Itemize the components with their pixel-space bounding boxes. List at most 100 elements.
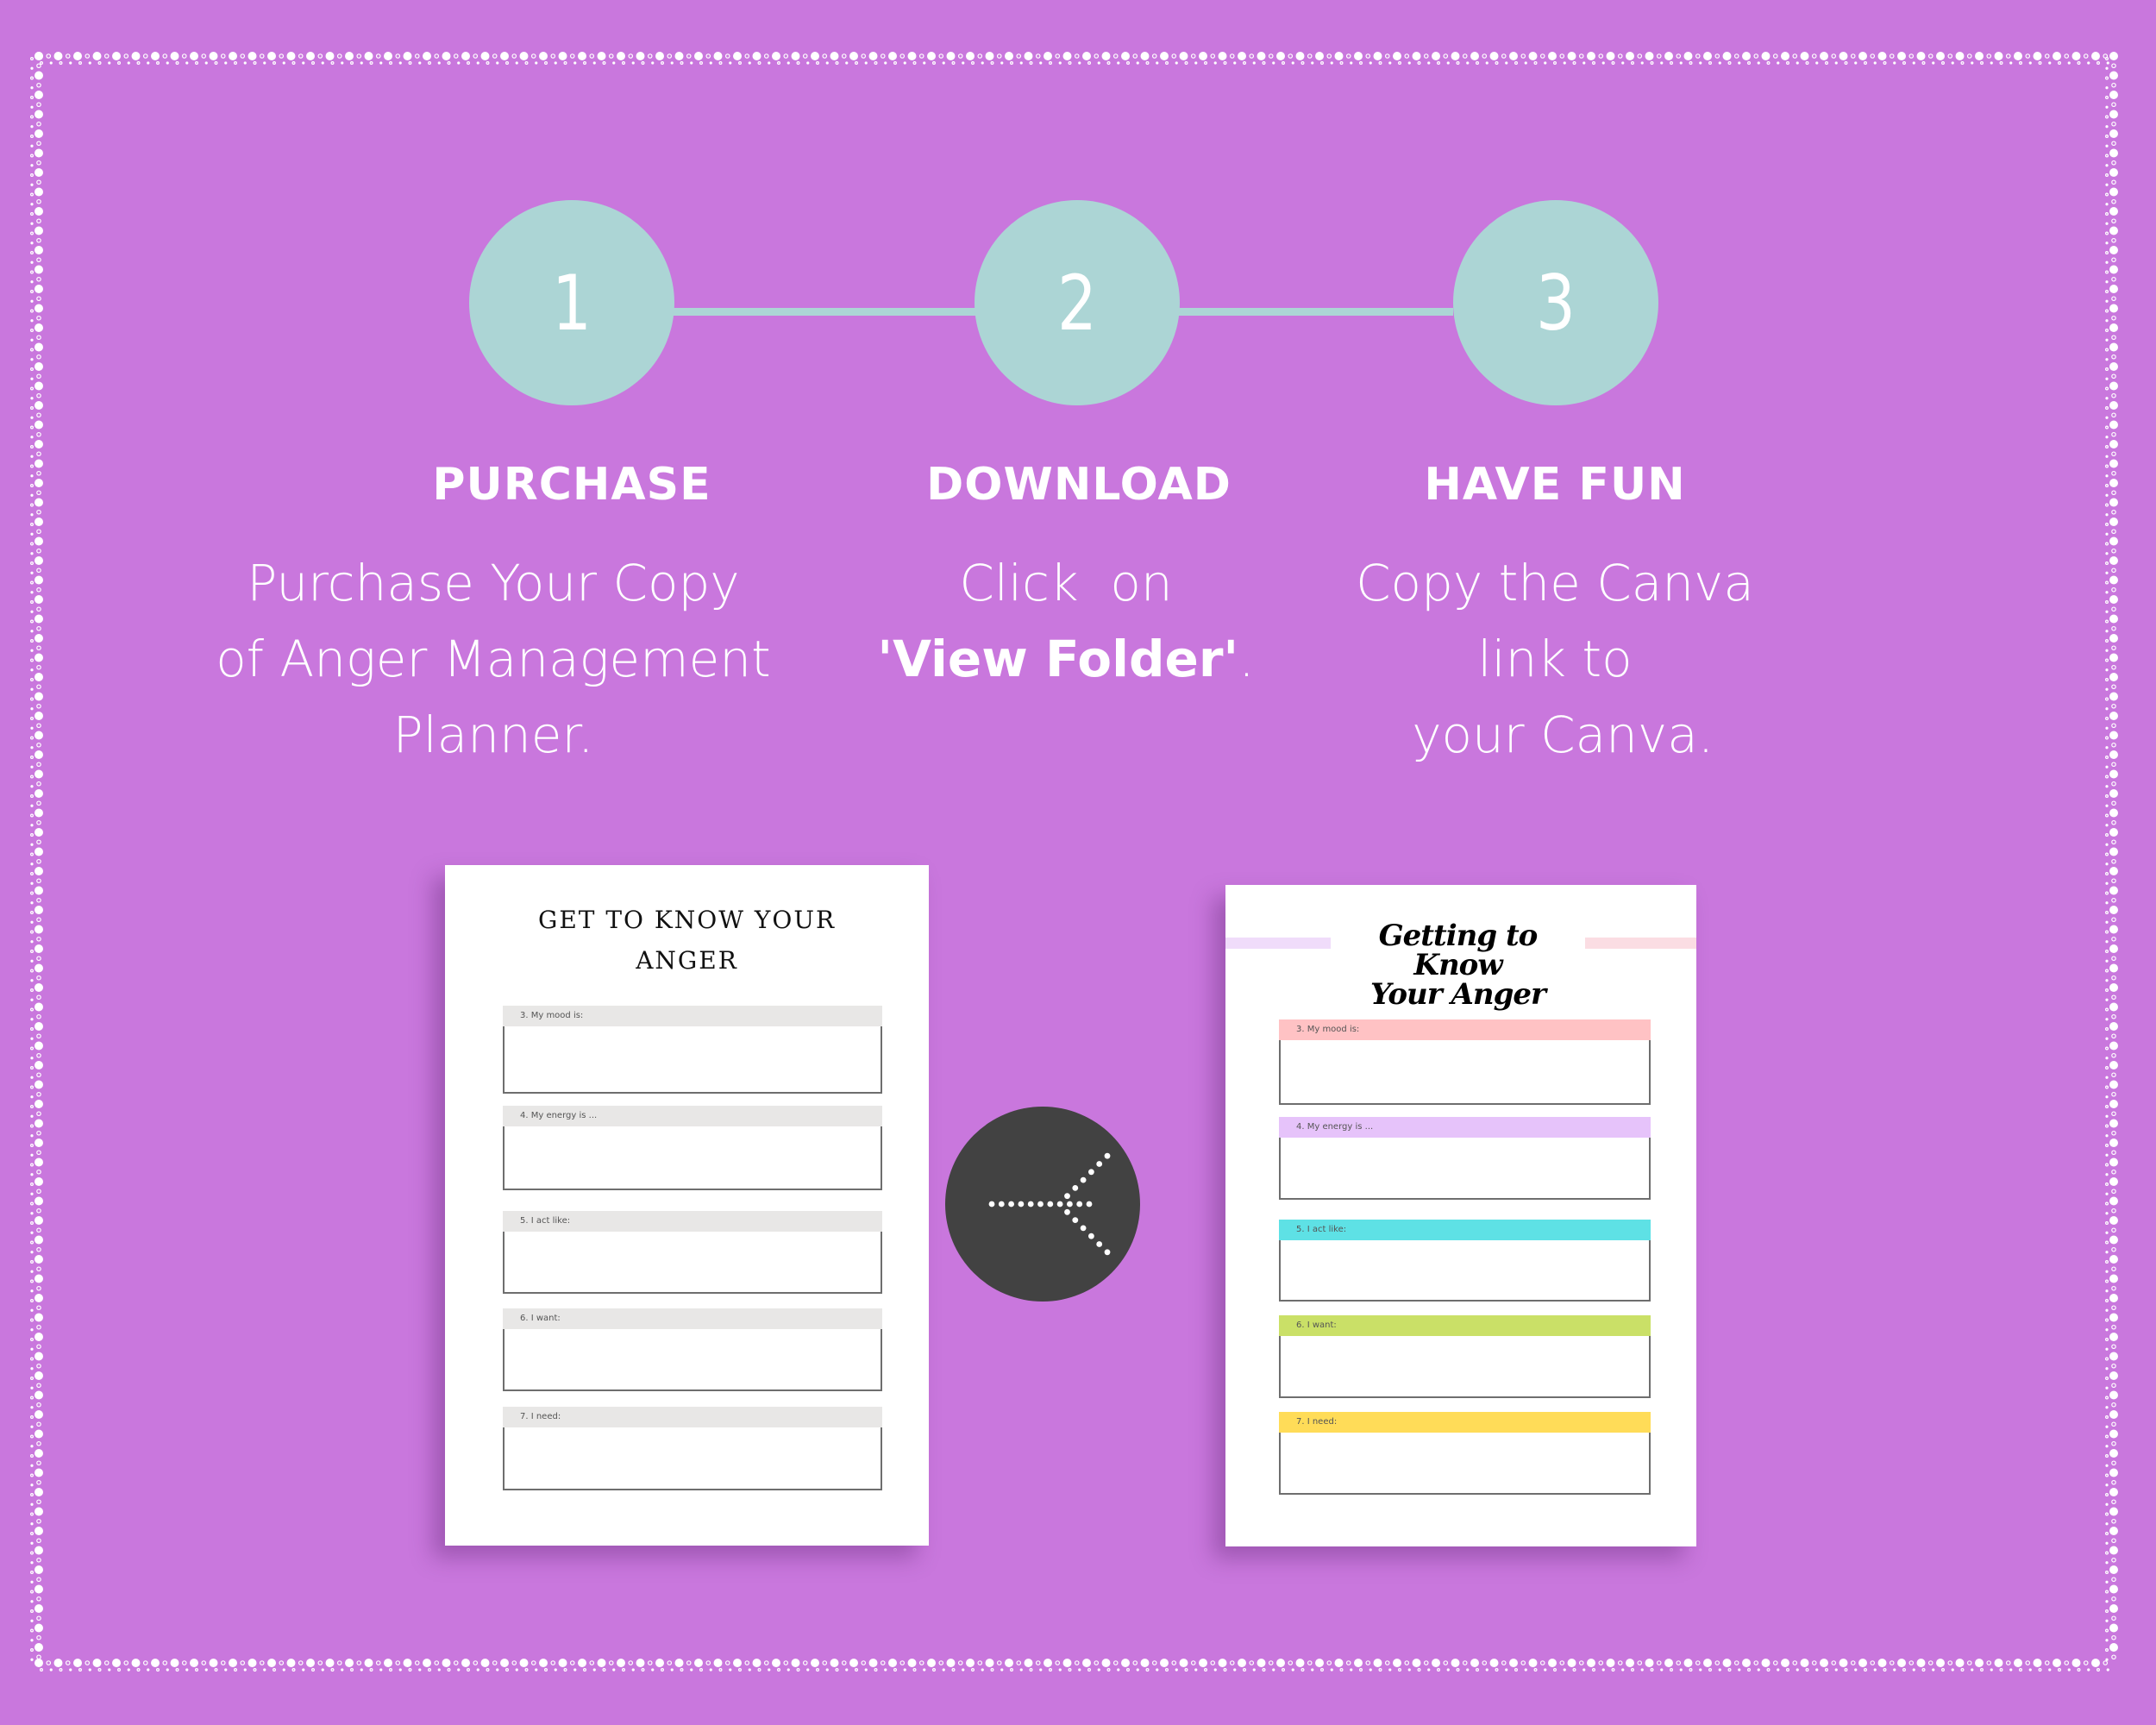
frame-dot — [2109, 381, 2118, 391]
frame-dot — [395, 1660, 401, 1665]
frame-dot — [1164, 1667, 1169, 1672]
frame-dot — [1257, 1659, 1266, 1667]
frame-dot — [1844, 1667, 1848, 1672]
frame-dot — [30, 416, 34, 419]
frame-dot — [772, 52, 780, 60]
frame-dot — [1815, 1668, 1819, 1672]
frame-dot — [2111, 800, 2116, 806]
frame-dot — [181, 1660, 187, 1665]
frame-dot — [1005, 52, 1013, 60]
frame-dot — [822, 53, 828, 59]
frame-dot — [34, 925, 43, 934]
frame-dot — [2105, 1376, 2109, 1380]
frame-dot — [2109, 323, 2118, 332]
frame-dot — [1112, 53, 1119, 59]
frame-dot — [1514, 1667, 1518, 1672]
frame-dot — [1777, 1668, 1780, 1672]
frame-dot — [2105, 1270, 2109, 1273]
frame-dot — [729, 1668, 732, 1672]
frame-dot — [398, 1668, 402, 1672]
frame-dot — [364, 1659, 373, 1667]
frame-dot — [2105, 716, 2109, 720]
frame-dot — [2111, 451, 2116, 457]
frame-dot — [1276, 52, 1285, 60]
frame-dot — [1805, 60, 1809, 65]
frame-dot — [2109, 110, 2118, 119]
frame-dot — [893, 60, 897, 65]
frame-dot — [1781, 1659, 1789, 1667]
frame-dot — [1024, 52, 1033, 60]
frame-dot — [1268, 1660, 1274, 1665]
frame-dot — [341, 61, 344, 65]
frame-dot — [1796, 1668, 1799, 1672]
frame-dot — [2105, 386, 2109, 391]
frame-dot — [1733, 53, 1739, 59]
step-3-description-line: link to — [1477, 630, 1633, 688]
frame-dot — [34, 1080, 43, 1089]
frame-dot — [34, 1119, 43, 1128]
colorful-field-act: 5. I act like: — [1279, 1220, 1651, 1302]
frame-dot — [1029, 1667, 1033, 1672]
frame-dot — [29, 386, 34, 391]
frame-dot — [1249, 1660, 1255, 1665]
frame-dot — [30, 203, 34, 206]
frame-dot — [822, 1660, 828, 1665]
frame-dot — [2105, 56, 2109, 60]
frame-dot — [36, 781, 41, 787]
frame-dot — [29, 736, 34, 740]
frame-dot — [1087, 60, 1091, 65]
frame-dot — [2105, 260, 2109, 264]
frame-dot — [34, 808, 43, 818]
frame-dot — [1179, 1659, 1188, 1667]
frame-dot — [1156, 61, 1159, 65]
frame-dot — [423, 52, 431, 60]
frame-dot — [36, 917, 41, 923]
frame-dot — [34, 1643, 43, 1652]
frame-dot — [1738, 61, 1741, 65]
frame-dot — [874, 1667, 878, 1672]
frame-dot — [563, 60, 567, 65]
frame-dot — [53, 1659, 63, 1667]
frame-dot — [214, 1667, 218, 1672]
frame-dot — [461, 1659, 470, 1667]
frame-dot — [1388, 1668, 1392, 1672]
arrow-dot — [1064, 1193, 1070, 1200]
frame-dot — [1339, 1667, 1344, 1672]
frame-dot — [825, 61, 829, 65]
frame-dot — [486, 60, 490, 65]
frame-dot — [2105, 668, 2109, 672]
frame-dot — [1136, 1668, 1139, 1672]
frame-dot — [1436, 1667, 1440, 1672]
frame-dot — [330, 60, 335, 65]
frame-dot — [2105, 319, 2109, 323]
frame-dot — [34, 459, 43, 468]
frame-dot — [1262, 1667, 1266, 1672]
frame-dot — [2048, 61, 2052, 65]
colorful-field-label: 6. I want: — [1279, 1315, 1651, 1336]
frame-dot — [686, 53, 692, 59]
frame-dot — [2105, 824, 2109, 827]
frame-dot — [2105, 1453, 2109, 1458]
frame-dot — [2109, 1157, 2118, 1167]
frame-dot — [29, 1163, 34, 1167]
frame-dot — [1679, 61, 1683, 65]
frame-dot — [2105, 591, 2109, 594]
frame-dot — [713, 52, 723, 60]
step-1-description-line: of Anger Management — [216, 630, 771, 688]
frame-dot — [927, 52, 936, 60]
frame-dot — [874, 60, 878, 65]
frame-dot — [30, 1425, 34, 1428]
colorful-title-line: Getting to Know — [1378, 919, 1539, 982]
frame-dot — [1184, 60, 1188, 65]
frame-dot — [259, 1660, 265, 1665]
frame-dot — [724, 53, 730, 59]
frame-dot — [1136, 61, 1139, 65]
frame-dot — [2111, 315, 2116, 321]
frame-dot — [1902, 1667, 1907, 1672]
frame-dot — [29, 619, 34, 624]
frame-dot — [29, 231, 34, 235]
frame-dot — [36, 1246, 41, 1252]
step-1-circle: 1 — [469, 200, 674, 405]
frame-dot — [30, 125, 34, 129]
frame-dot — [389, 1667, 393, 1672]
